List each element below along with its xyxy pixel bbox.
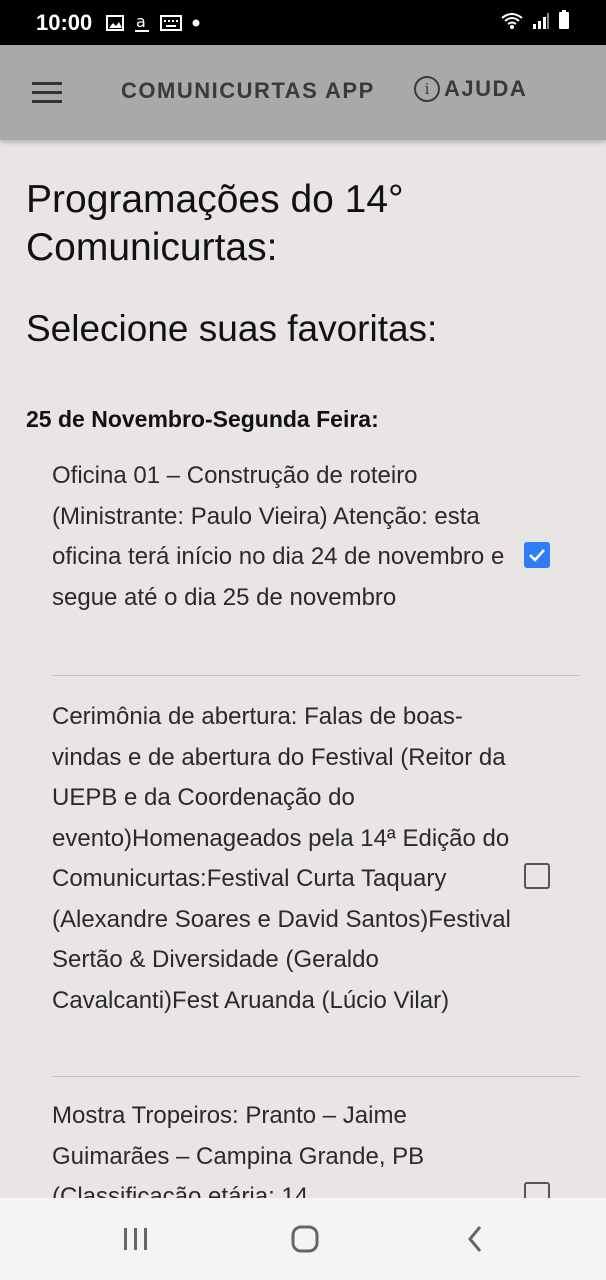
favorite-checkbox[interactable] xyxy=(524,542,550,568)
event-text: Oficina 01 – Construção de roteiro (Mini… xyxy=(52,462,505,611)
status-time: 10:00 xyxy=(36,9,93,35)
help-button[interactable]: i AJUDA xyxy=(414,76,527,102)
favorite-checkbox[interactable] xyxy=(524,863,550,889)
signal-icon xyxy=(532,10,550,36)
dot-icon xyxy=(192,19,200,27)
check-icon xyxy=(529,549,545,562)
back-icon[interactable] xyxy=(435,1198,515,1280)
event-item[interactable]: Oficina 01 – Construção de roteiro (Mini… xyxy=(52,456,580,618)
svg-text:a: a xyxy=(136,13,146,31)
status-bar: 10:00 a xyxy=(0,0,606,45)
recent-apps-icon[interactable] xyxy=(96,1198,176,1280)
menu-icon[interactable] xyxy=(30,79,64,107)
battery-icon xyxy=(558,9,570,36)
wifi-icon xyxy=(500,10,524,36)
a-icon: a xyxy=(134,13,150,33)
favorite-checkbox[interactable] xyxy=(524,1182,550,1198)
info-icon: i xyxy=(414,76,440,102)
home-icon[interactable] xyxy=(265,1198,345,1280)
app-title: COMUNICURTAS APP xyxy=(121,78,375,103)
day-title: 25 de Novembro-Segunda Feira: xyxy=(26,406,379,432)
app-bar: COMUNICURTAS APP i AJUDA xyxy=(0,45,606,140)
keyboard-icon xyxy=(160,14,183,31)
event-item[interactable]: Mostra Tropeiros: Pranto – Jaime Guimarã… xyxy=(52,1096,580,1198)
page-title: Programações do 14° Comunicurtas: xyxy=(26,178,404,269)
main-content[interactable]: Programações do 14° Comunicurtas: Seleci… xyxy=(0,140,606,1198)
divider xyxy=(52,675,580,676)
page-subtitle: Selecione suas favoritas: xyxy=(26,308,438,349)
event-text: Cerimônia de abertura: Falas de boas-vin… xyxy=(52,703,511,1014)
divider xyxy=(52,1076,580,1077)
event-item[interactable]: Cerimônia de abertura: Falas de boas-vin… xyxy=(52,697,580,1021)
event-text: Mostra Tropeiros: Pranto – Jaime Guimarã… xyxy=(52,1102,425,1198)
system-nav-bar xyxy=(0,1198,606,1280)
image-icon xyxy=(106,14,125,31)
help-label: AJUDA xyxy=(444,76,528,101)
